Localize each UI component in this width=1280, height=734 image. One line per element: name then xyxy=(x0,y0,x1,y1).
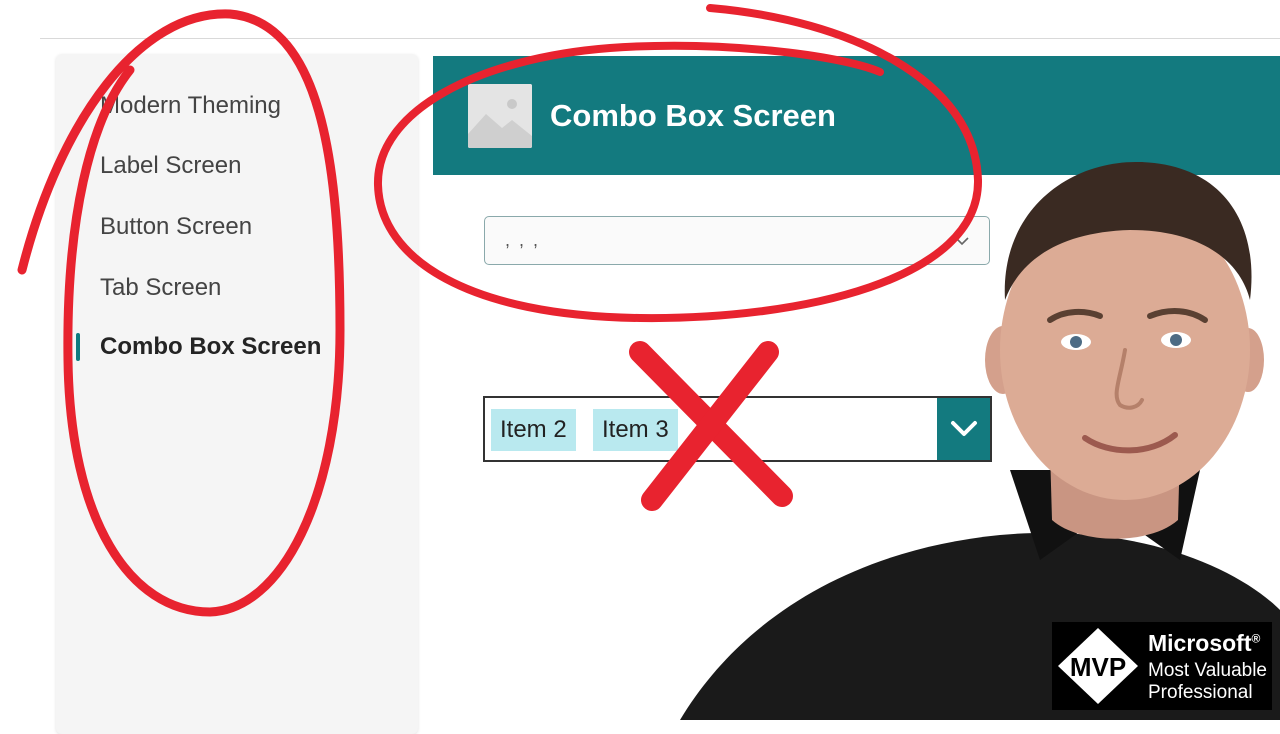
mvp-logo-icon: MVP xyxy=(1058,628,1138,704)
mvp-title-line1: Most Valuable xyxy=(1148,660,1267,681)
mvp-brand: Microsoft® xyxy=(1148,630,1260,657)
sidebar-circle-annotation xyxy=(17,9,345,617)
mvp-title-line2: Professional xyxy=(1148,682,1253,703)
mvp-badge: MVP Microsoft® Most Valuable Professiona… xyxy=(1052,622,1272,710)
mvp-brand-text: Microsoft xyxy=(1148,630,1252,656)
trademark-symbol: ® xyxy=(1251,631,1261,646)
mvp-logo-text: MVP xyxy=(1070,652,1126,682)
